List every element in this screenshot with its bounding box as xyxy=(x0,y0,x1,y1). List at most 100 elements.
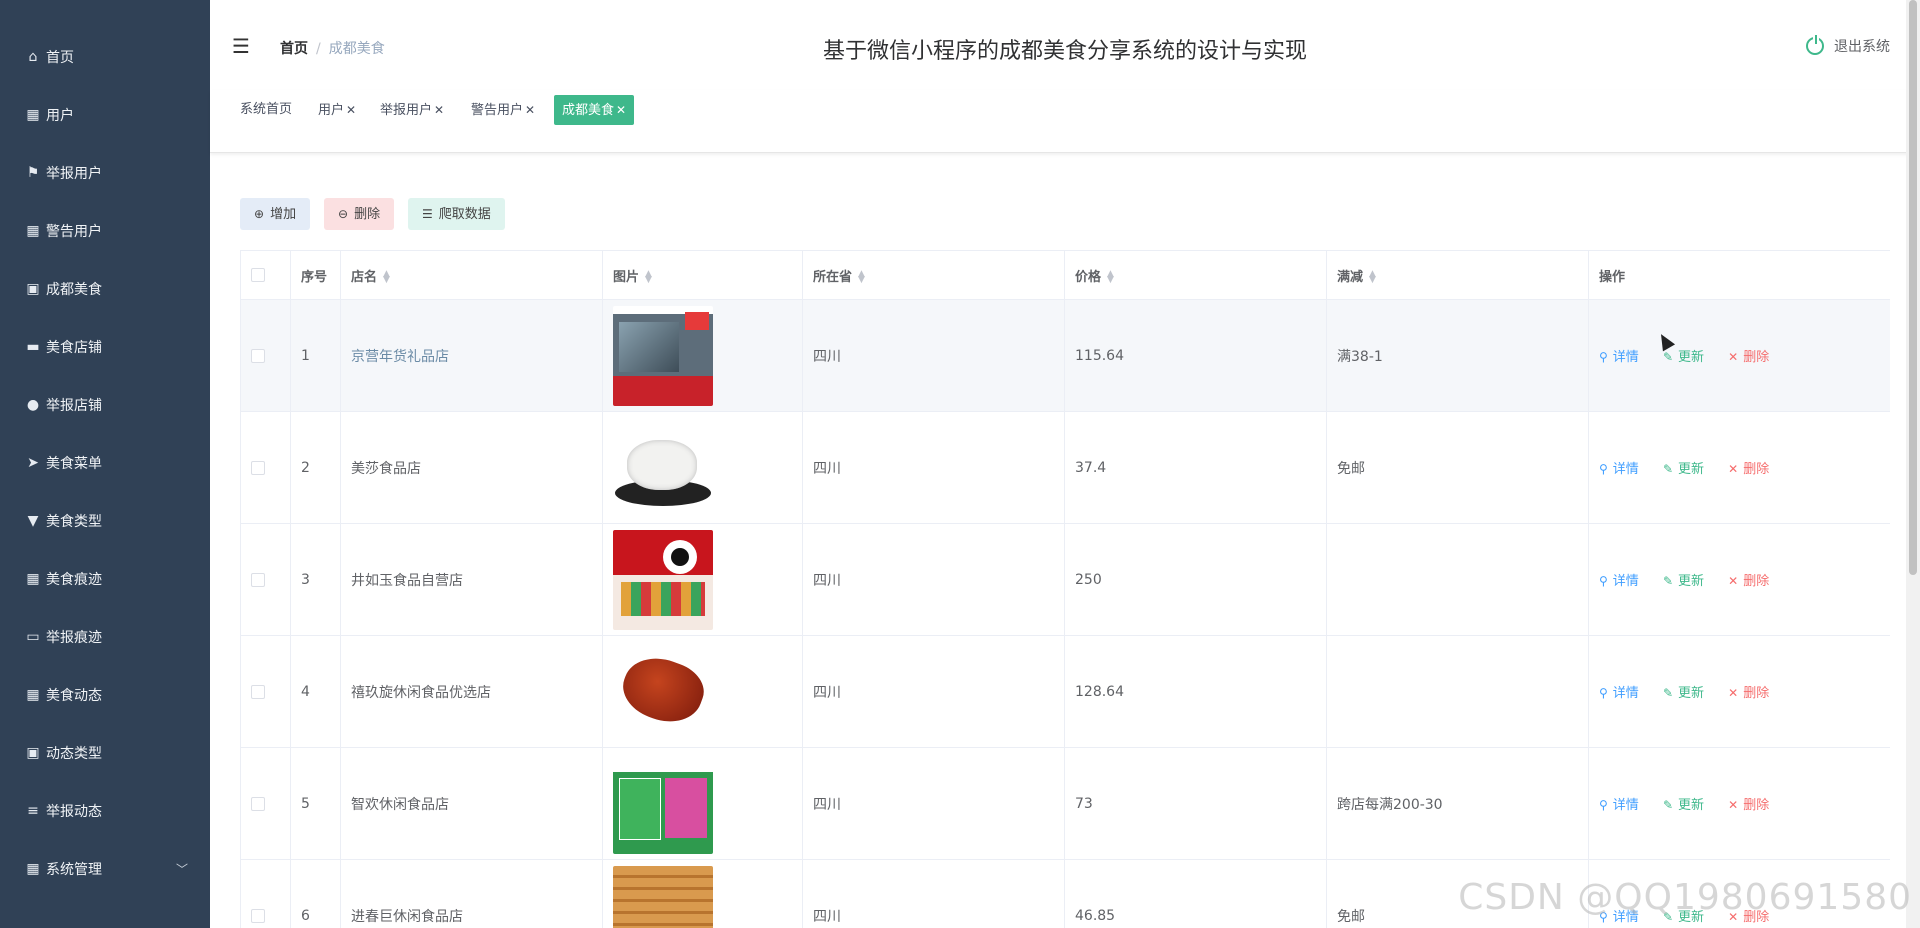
crawl-data-button[interactable]: ☰ 爬取数据 xyxy=(408,198,505,230)
sidebar-item-reported-posts[interactable]: ≡ 举报动态 xyxy=(0,782,210,840)
sidebar-item-label: 用户 xyxy=(46,108,74,124)
update-button[interactable]: ✎ 更新 xyxy=(1663,794,1704,813)
tag-system-home[interactable]: 系统首页 xyxy=(236,95,296,125)
table-row[interactable]: 2 美莎食品店 四川 37.4 免邮 ⚲ 详情 ✎ 更新 ✕ 删除 xyxy=(240,411,1890,524)
logout-label: 退出系统 xyxy=(1834,39,1890,55)
column-header-shop[interactable]: 店名 ▲ ▼ xyxy=(340,250,603,300)
detail-label: 详情 xyxy=(1612,798,1639,813)
food-image[interactable] xyxy=(613,417,713,518)
table-row[interactable]: 6 进春巨休闲食品店 四川 46.85 免邮 ⚲ 详情 ✎ 更新 ✕ 删除 xyxy=(240,859,1890,928)
menu-fold-icon[interactable]: ☰ xyxy=(232,34,250,58)
search-icon: ⚲ xyxy=(1599,462,1608,476)
scrollbar-thumb[interactable] xyxy=(1909,0,1917,575)
delete-row-button[interactable]: ✕ 删除 xyxy=(1728,346,1769,365)
detail-button[interactable]: ⚲ 详情 xyxy=(1599,682,1639,701)
page-scrollbar[interactable] xyxy=(1906,0,1920,928)
detail-button[interactable]: ⚲ 详情 xyxy=(1599,794,1639,813)
food-image[interactable] xyxy=(613,529,713,630)
sidebar-item-reported-users[interactable]: ⚑ 举报用户 xyxy=(0,144,210,202)
sidebar-item-food-posts[interactable]: ▦ 美食动态 xyxy=(0,666,210,724)
shop-cell: 进春巨休闲食品店 xyxy=(340,859,603,928)
table-row[interactable]: 1 京营年货礼品店 四川 115.64 满38-1 ⚲ 详情 ✎ 更新 ✕ 删除 xyxy=(240,299,1890,412)
close-icon[interactable]: ✕ xyxy=(525,103,535,117)
close-icon[interactable]: ✕ xyxy=(434,103,444,117)
price-cell: 115.64 xyxy=(1064,299,1327,412)
index-cell: 5 xyxy=(290,747,341,860)
edit-icon: ✎ xyxy=(1662,574,1674,588)
detail-button[interactable]: ⚲ 详情 xyxy=(1599,346,1639,365)
close-icon[interactable]: ✕ xyxy=(616,103,626,117)
tag-users[interactable]: 用户 ✕ xyxy=(314,95,360,125)
column-header-price[interactable]: 价格 ▲ ▼ xyxy=(1064,250,1327,300)
discount-cell xyxy=(1326,635,1589,748)
row-checkbox[interactable] xyxy=(251,460,265,475)
delete-row-button[interactable]: ✕ 删除 xyxy=(1728,794,1769,813)
monitor-icon: ▬ xyxy=(26,339,40,355)
update-button[interactable]: ✎ 更新 xyxy=(1663,570,1704,589)
table-row[interactable]: 3 井如玉食品自营店 四川 250 ⚲ 详情 ✎ 更新 ✕ 删除 xyxy=(240,523,1890,636)
sort-icon[interactable]: ▲ ▼ xyxy=(383,270,390,285)
search-icon: ⚲ xyxy=(1599,910,1608,924)
row-checkbox[interactable] xyxy=(251,572,265,587)
sidebar-item-food-shops[interactable]: ▬ 美食店铺 xyxy=(0,318,210,376)
row-checkbox[interactable] xyxy=(251,908,265,923)
sidebar-item-reported-shops[interactable]: ● 举报店铺 xyxy=(0,376,210,434)
food-image[interactable] xyxy=(613,753,713,854)
detail-button[interactable]: ⚲ 详情 xyxy=(1599,458,1639,477)
row-checkbox[interactable] xyxy=(251,796,265,811)
sort-icon[interactable]: ▲ ▼ xyxy=(645,270,652,285)
logout-button[interactable]: 退出系统 xyxy=(1806,35,1890,56)
update-label: 更新 xyxy=(1678,798,1705,813)
column-header-image[interactable]: 图片 ▲ ▼ xyxy=(602,250,803,300)
delete-row-button[interactable]: ✕ 删除 xyxy=(1728,682,1769,701)
sidebar-item-food-menu[interactable]: ➤ 美食菜单 xyxy=(0,434,210,492)
tag-warned-users[interactable]: 警告用户 ✕ xyxy=(467,95,539,125)
tag-label: 举报用户 xyxy=(380,103,433,118)
add-button[interactable]: ⊕ 增加 xyxy=(240,198,311,230)
sidebar-item-system-management[interactable]: ▦ 系统管理 ﹀ xyxy=(0,840,210,898)
sidebar-item-food-traces[interactable]: ▦ 美食痕迹 xyxy=(0,550,210,608)
food-image[interactable] xyxy=(613,641,713,742)
row-checkbox[interactable] xyxy=(251,684,265,699)
column-header-province[interactable]: 所在省 ▲ ▼ xyxy=(802,250,1065,300)
select-all-checkbox[interactable] xyxy=(251,268,265,282)
delete-row-button[interactable]: ✕ 删除 xyxy=(1728,458,1769,477)
delete-row-button[interactable]: ✕ 删除 xyxy=(1728,906,1769,925)
sidebar-item-post-types[interactable]: ▣ 动态类型 xyxy=(0,724,210,782)
sidebar-item-food-types[interactable]: ▼ 美食类型 xyxy=(0,492,210,550)
table-row[interactable]: 4 禧玖旋休闲食品优选店 四川 128.64 ⚲ 详情 ✎ 更新 ✕ 删除 xyxy=(240,635,1890,748)
column-header-discount[interactable]: 满减 ▲ ▼ xyxy=(1326,250,1589,300)
detail-button[interactable]: ⚲ 详情 xyxy=(1599,570,1639,589)
row-checkbox[interactable] xyxy=(251,348,265,363)
food-image[interactable] xyxy=(613,865,713,928)
update-button[interactable]: ✎ 更新 xyxy=(1663,346,1704,365)
tag-reported-users[interactable]: 举报用户 ✕ xyxy=(376,95,448,125)
close-icon[interactable]: ✕ xyxy=(346,103,356,117)
page-title: 基于微信小程序的成都美食分享系统的设计与实现 xyxy=(822,39,1307,64)
sidebar: ⌂ 首页 ▦ 用户 ⚑ 举报用户 ▦ 警告用户 ▣ 成都美食 ▬ 美食店铺 ● 举报店铺 ➤ 美… xyxy=(0,0,210,928)
sidebar-item-warned-users[interactable]: ▦ 警告用户 xyxy=(0,202,210,260)
food-image[interactable] xyxy=(613,305,713,406)
discount-cell: 免邮 xyxy=(1326,411,1589,524)
update-button[interactable]: ✎ 更新 xyxy=(1663,906,1704,925)
detail-button[interactable]: ⚲ 详情 xyxy=(1599,906,1639,925)
sidebar-item-label: 举报用户 xyxy=(46,166,102,182)
sort-icon[interactable]: ▲ ▼ xyxy=(858,270,865,285)
sort-icon[interactable]: ▲ ▼ xyxy=(1369,270,1376,285)
update-button[interactable]: ✎ 更新 xyxy=(1663,458,1704,477)
sidebar-item-chengdu-food[interactable]: ▣ 成都美食 xyxy=(0,260,210,318)
table-row[interactable]: 5 智欢休闲食品店 四川 73 跨店每满200-30 ⚲ 详情 ✎ 更新 ✕ 删除 xyxy=(240,747,1890,860)
delete-button[interactable]: ⊖ 删除 xyxy=(324,198,395,230)
header-label: 操作 xyxy=(1599,269,1626,285)
header-label: 店名 xyxy=(351,269,378,285)
sidebar-item-users[interactable]: ▦ 用户 xyxy=(0,86,210,144)
sidebar-item-label: 系统管理 xyxy=(46,862,102,878)
sidebar-item-home[interactable]: ⌂ 首页 xyxy=(0,28,210,86)
update-button[interactable]: ✎ 更新 xyxy=(1663,682,1704,701)
delete-row-button[interactable]: ✕ 删除 xyxy=(1728,570,1769,589)
sort-icon[interactable]: ▲ ▼ xyxy=(1107,270,1114,285)
home-icon: ⌂ xyxy=(28,49,38,65)
sidebar-item-reported-traces[interactable]: ▭ 举报痕迹 xyxy=(0,608,210,666)
tag-chengdu-food[interactable]: 成都美食 ✕ xyxy=(554,95,635,125)
breadcrumb-home[interactable]: 首页 xyxy=(280,41,308,57)
